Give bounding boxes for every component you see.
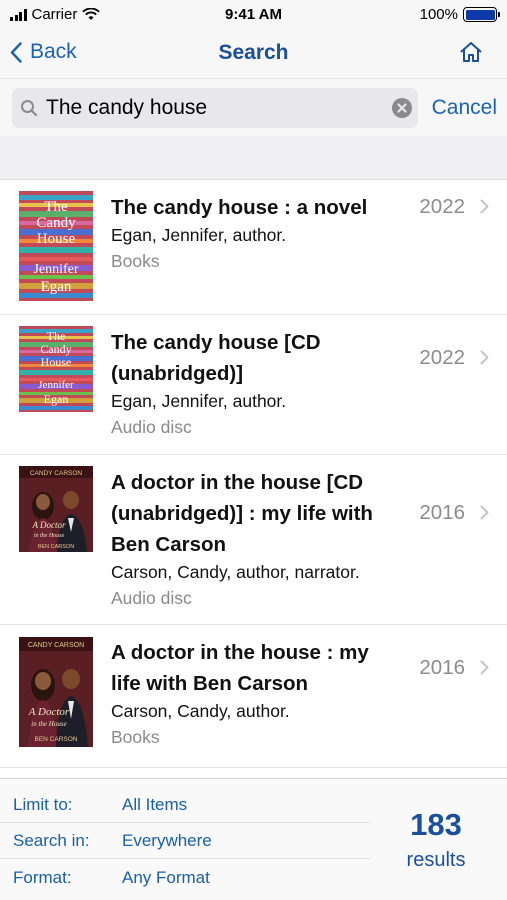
- result-year: 2016: [419, 656, 465, 679]
- result-author: Egan, Jennifer, author.: [111, 225, 287, 245]
- page-title: Search: [218, 41, 289, 64]
- chevron-right-icon: [480, 660, 489, 675]
- svg-text:BEN CARSON: BEN CARSON: [38, 544, 74, 550]
- result-author: Egan, Jennifer, author.: [111, 391, 287, 411]
- result-year: 2022: [419, 346, 465, 369]
- result-row[interactable]: The Candy House Jennifer Egan The candy …: [0, 315, 507, 455]
- result-text: The candy house [CD (unabridged)] Egan, …: [111, 327, 396, 441]
- result-year: 2022: [419, 195, 465, 218]
- results-list: The Candy House Jennifer Egan The candy …: [0, 180, 507, 768]
- svg-text:Egan: Egan: [44, 392, 69, 406]
- svg-text:The: The: [47, 329, 66, 343]
- result-row[interactable]: CANDY CARSON A Doctor in the House BEN C…: [0, 625, 507, 768]
- results-count: 183: [410, 807, 462, 842]
- search-in-label: Search in:: [13, 831, 90, 850]
- result-row[interactable]: CANDY CARSON A Doctor in the House BEN C…: [0, 455, 507, 625]
- svg-text:A Doctor: A Doctor: [31, 520, 66, 530]
- cancel-button[interactable]: Cancel: [432, 96, 497, 120]
- search-icon: [21, 100, 38, 117]
- svg-text:House: House: [37, 231, 76, 247]
- result-text: A doctor in the house : my life with Ben…: [111, 637, 396, 751]
- search-options-footer: Limit to: All Items Search in: Everywher…: [0, 778, 507, 900]
- status-right: 100%: [419, 6, 500, 23]
- navigation-bar: Back Search: [0, 30, 507, 78]
- result-text: A doctor in the house [CD (unabridged)] …: [111, 467, 396, 612]
- clear-search-icon[interactable]: [392, 98, 412, 118]
- search-in-row[interactable]: Search in: Everywhere: [0, 823, 370, 859]
- result-format: Books: [111, 727, 160, 747]
- result-row[interactable]: The Candy House Jennifer Egan The candy …: [0, 180, 507, 315]
- battery-icon: [463, 7, 500, 22]
- result-title: The candy house : a novel: [111, 196, 368, 219]
- divider: [0, 858, 370, 859]
- limit-to-label: Limit to:: [13, 795, 73, 814]
- home-button[interactable]: [459, 40, 483, 69]
- svg-text:The: The: [44, 199, 68, 215]
- chevron-right-icon: [480, 505, 489, 520]
- svg-text:CANDY CARSON: CANDY CARSON: [30, 470, 83, 477]
- svg-text:BEN CARSON: BEN CARSON: [35, 736, 78, 743]
- result-author: Carson, Candy, author, narrator.: [111, 562, 360, 582]
- svg-text:House: House: [41, 355, 72, 369]
- status-bar: Carrier 9:41 AM 100%: [0, 0, 507, 30]
- result-text: The candy house : a novel Egan, Jennifer…: [111, 192, 396, 275]
- format-row[interactable]: Format: Any Format: [0, 860, 370, 896]
- result-author: Carson, Candy, author.: [111, 701, 290, 721]
- search-in-value[interactable]: Everywhere: [122, 831, 212, 851]
- limit-to-value[interactable]: All Items: [122, 795, 187, 815]
- svg-text:Jennifer: Jennifer: [33, 262, 78, 277]
- results-count-label: results: [406, 849, 466, 871]
- result-title: The candy house [CD (unabridged)]: [111, 331, 321, 385]
- svg-text:Jennifer: Jennifer: [38, 379, 74, 391]
- chevron-right-icon: [480, 350, 489, 365]
- svg-text:Egan: Egan: [41, 279, 72, 295]
- svg-text:Candy: Candy: [40, 342, 71, 356]
- book-cover-image: CANDY CARSON A Doctor in the House BEN C…: [19, 466, 93, 552]
- home-icon: [460, 42, 482, 62]
- result-format: Audio disc: [111, 588, 192, 608]
- svg-text:in the House: in the House: [31, 720, 66, 728]
- section-separator: [0, 136, 507, 180]
- format-value[interactable]: Any Format: [122, 868, 210, 888]
- limit-to-row[interactable]: Limit to: All Items: [0, 787, 370, 823]
- format-label: Format:: [13, 868, 72, 887]
- result-title: A doctor in the house : my life with Ben…: [111, 641, 369, 695]
- book-cover-image: CANDY CARSON A Doctor in the House BEN C…: [19, 637, 93, 747]
- svg-text:in the House: in the House: [34, 533, 65, 539]
- result-title: A doctor in the house [CD (unabridged)] …: [111, 471, 373, 556]
- result-format: Audio disc: [111, 417, 192, 437]
- search-field-container[interactable]: [12, 88, 418, 128]
- book-cover-image: The Candy House Jennifer Egan: [19, 191, 93, 301]
- search-bar: Cancel: [0, 78, 507, 136]
- chevron-right-icon: [480, 199, 489, 214]
- svg-text:CANDY CARSON: CANDY CARSON: [28, 642, 84, 649]
- result-year: 2016: [419, 501, 465, 524]
- result-format: Books: [111, 251, 160, 271]
- search-input[interactable]: [46, 88, 386, 128]
- book-cover-image: The Candy House Jennifer Egan: [19, 326, 93, 412]
- battery-percent: 100%: [419, 6, 458, 23]
- svg-text:Candy: Candy: [36, 215, 76, 231]
- svg-text:A Doctor: A Doctor: [28, 706, 70, 718]
